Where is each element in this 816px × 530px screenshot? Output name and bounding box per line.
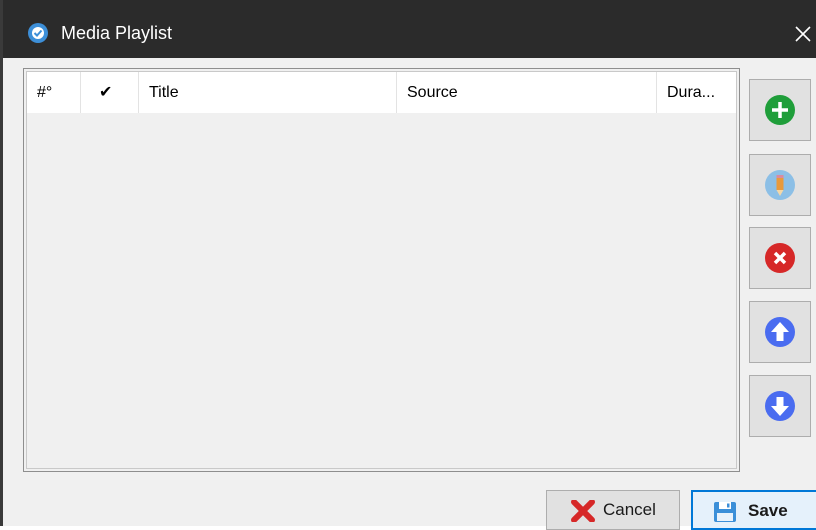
save-button[interactable]: Save xyxy=(691,490,816,530)
delete-button[interactable] xyxy=(749,227,811,289)
move-down-button[interactable] xyxy=(749,375,811,437)
close-icon xyxy=(795,26,811,42)
window-title: Media Playlist xyxy=(61,23,173,43)
title-bar: Media Playlist xyxy=(3,0,816,58)
column-header-check[interactable]: ✔ xyxy=(81,72,139,113)
cancel-x-icon xyxy=(571,500,595,522)
column-header-source[interactable]: Source xyxy=(397,72,657,113)
pencil-icon xyxy=(765,170,795,200)
column-header-number[interactable]: #° xyxy=(27,72,81,113)
add-button[interactable] xyxy=(749,79,811,141)
arrow-down-circle-icon xyxy=(765,391,795,421)
edit-button[interactable] xyxy=(749,154,811,216)
close-button[interactable] xyxy=(787,14,816,54)
x-circle-icon xyxy=(765,243,795,273)
media-playlist-window: Media Playlist #° ✔ Title Source Dura... xyxy=(0,0,816,530)
move-up-button[interactable] xyxy=(749,301,811,363)
grid-border xyxy=(26,71,737,469)
cancel-label: Cancel xyxy=(603,500,656,519)
plus-circle-icon xyxy=(765,95,795,125)
app-logo-icon xyxy=(28,23,48,43)
grid-header-row: #° ✔ Title Source Dura... xyxy=(27,72,736,113)
save-label: Save xyxy=(748,501,788,520)
playlist-grid[interactable]: #° ✔ Title Source Dura... xyxy=(23,68,740,472)
floppy-disk-icon xyxy=(714,502,736,522)
cancel-button[interactable]: Cancel xyxy=(546,490,680,530)
column-header-duration[interactable]: Dura... xyxy=(657,72,736,113)
column-header-title[interactable]: Title xyxy=(139,72,397,113)
arrow-up-circle-icon xyxy=(765,317,795,347)
